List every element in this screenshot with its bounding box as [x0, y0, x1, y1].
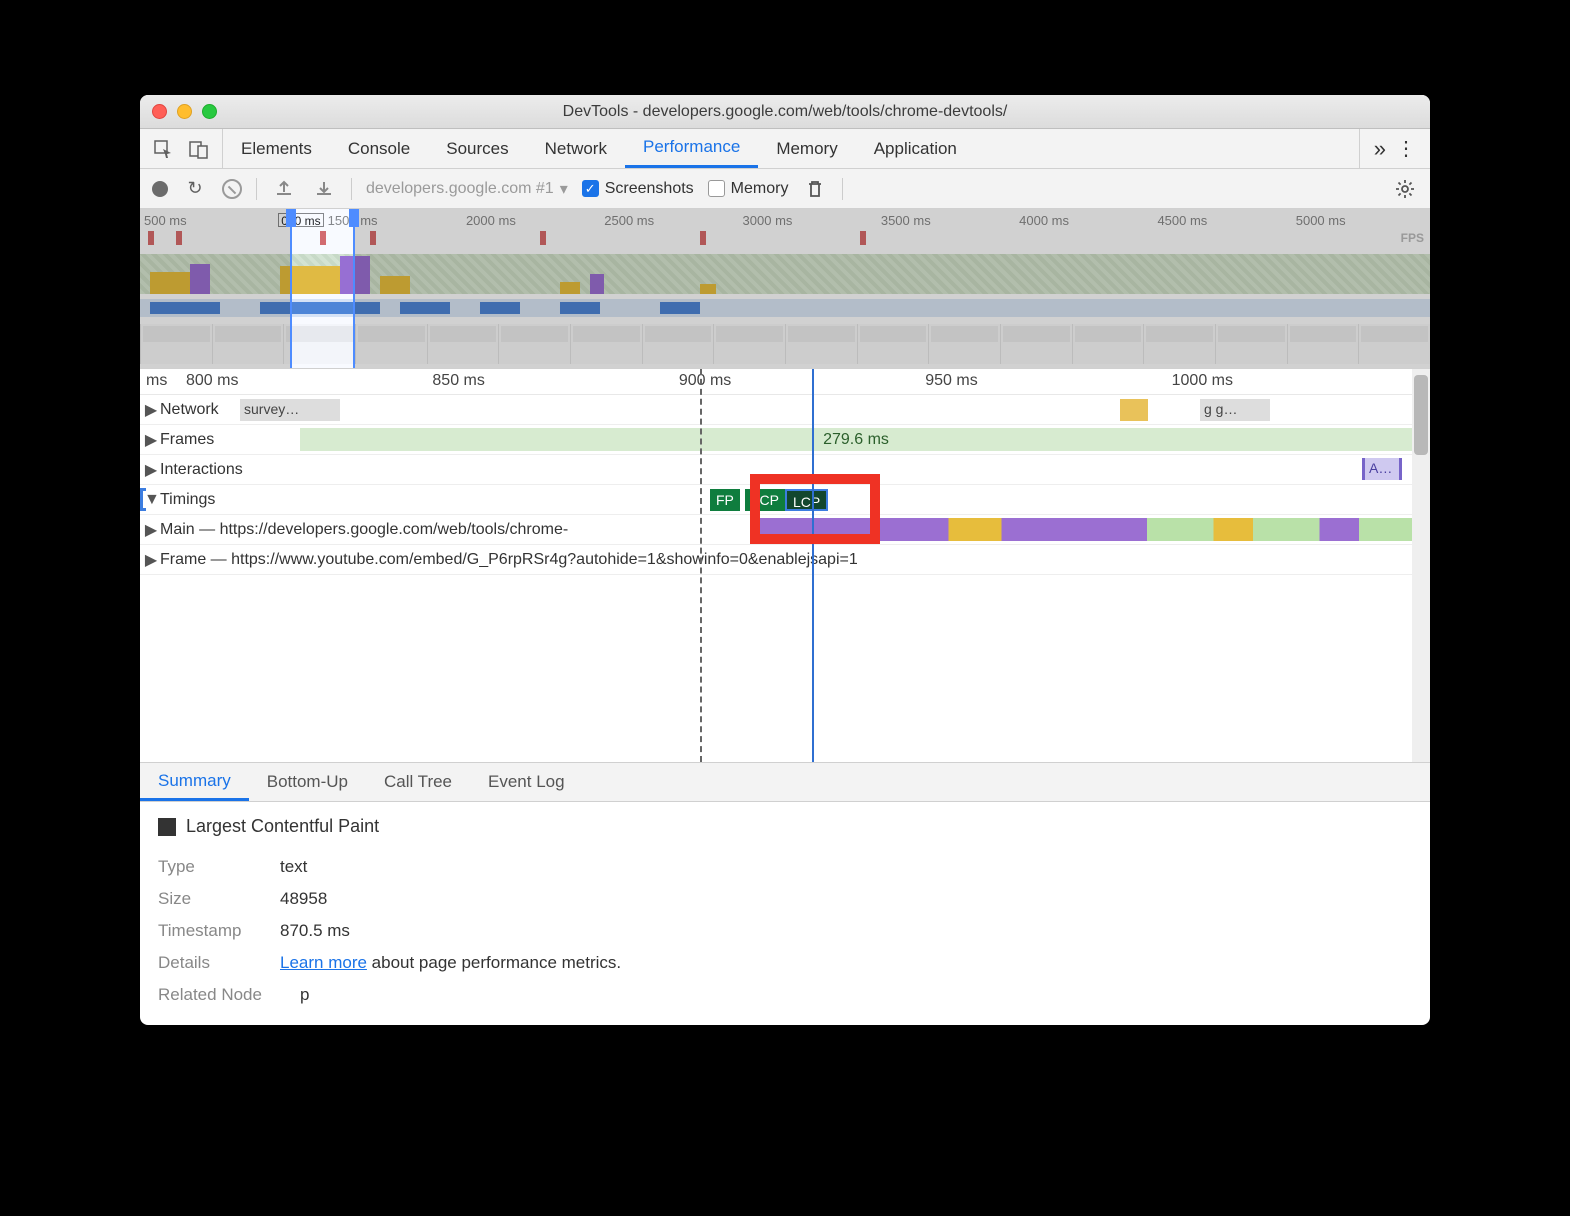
main-tick: 900 ms	[673, 369, 919, 394]
checkbox-checked-icon: ✓	[582, 180, 599, 197]
flamechart-ruler: ms 800 ms 850 ms 900 ms 950 ms 1000 ms	[140, 369, 1412, 395]
chevron-down-icon: ▾	[560, 179, 568, 199]
tab-network[interactable]: Network	[527, 129, 625, 168]
main-tick: 850 ms	[426, 369, 672, 394]
main-tick: 950 ms	[919, 369, 1165, 394]
network-item[interactable]	[1120, 399, 1148, 421]
flamechart-area[interactable]: ms 800 ms 850 ms 900 ms 950 ms 1000 ms ▶…	[140, 369, 1430, 762]
more-tabs-icon[interactable]: »	[1374, 136, 1386, 162]
interaction-item[interactable]: A…	[1362, 458, 1402, 480]
summary-type-key: Type	[158, 857, 268, 877]
network-item[interactable]: g g…	[1200, 399, 1270, 421]
frame-bar[interactable]: 279.6 ms	[300, 428, 1412, 451]
track-frames-label: Frames	[160, 431, 214, 449]
gear-icon[interactable]	[1392, 176, 1418, 202]
vertical-scrollbar[interactable]	[1412, 369, 1430, 762]
main-tick: 1000 ms	[1166, 369, 1412, 394]
clear-button[interactable]	[222, 179, 242, 199]
summary-panel: Largest Contentful Paint Type text Size 48…	[140, 802, 1430, 1025]
hover-marker	[700, 369, 702, 762]
memory-checkbox[interactable]: Memory	[708, 180, 789, 198]
overview-timeline[interactable]: 500 ms 000 ms 1500 ms 2000 ms 2500 ms 30…	[140, 209, 1430, 369]
tab-sources[interactable]: Sources	[428, 129, 526, 168]
record-button[interactable]	[152, 181, 168, 197]
screenshots-checkbox[interactable]: ✓ Screenshots	[582, 180, 694, 198]
summary-details-key: Details	[158, 953, 268, 973]
track-network-label: Network	[160, 401, 219, 419]
disclosure-triangle-icon[interactable]: ▶	[144, 460, 158, 480]
summary-timestamp-val: 870.5 ms	[280, 921, 350, 941]
settings-kebab-icon[interactable]: ⋮	[1396, 136, 1416, 161]
main-tick: 800 ms	[180, 369, 426, 394]
timings-bracket	[140, 488, 146, 511]
track-interactions-label: Interactions	[160, 461, 243, 479]
inspect-element-icon[interactable]	[150, 136, 176, 162]
memory-label: Memory	[731, 180, 789, 198]
dtab-call-tree[interactable]: Call Tree	[366, 763, 470, 801]
track-frames[interactable]: ▶ Frames 279.6 ms	[140, 425, 1412, 455]
dtab-event-log[interactable]: Event Log	[470, 763, 583, 801]
disclosure-triangle-icon[interactable]: ▶	[144, 550, 158, 570]
tab-memory[interactable]: Memory	[758, 129, 855, 168]
dtab-bottom-up[interactable]: Bottom-Up	[249, 763, 366, 801]
device-toggle-icon[interactable]	[186, 136, 212, 162]
detail-tabs: Summary Bottom-Up Call Tree Event Log	[140, 762, 1430, 802]
recording-selector-label: developers.google.com #1	[366, 180, 554, 198]
save-profile-icon[interactable]	[311, 176, 337, 202]
track-frame-iframe[interactable]: ▶ Frame — https://www.youtube.com/embed/…	[140, 545, 1412, 575]
playhead[interactable]	[812, 369, 814, 762]
learn-more-link[interactable]: Learn more	[280, 953, 367, 972]
annotation-highlight-box	[750, 474, 880, 544]
disclosure-triangle-icon[interactable]: ▶	[144, 520, 158, 540]
tab-performance[interactable]: Performance	[625, 129, 758, 168]
summary-timestamp-key: Timestamp	[158, 921, 268, 941]
load-profile-icon[interactable]	[271, 176, 297, 202]
tab-console[interactable]: Console	[330, 129, 428, 168]
summary-related-val: p	[300, 985, 309, 1005]
track-network[interactable]: ▶ Network survey… g g…	[140, 395, 1412, 425]
track-frame-iframe-label: Frame — https://www.youtube.com/embed/G_…	[160, 551, 864, 569]
checkbox-unchecked-icon	[708, 180, 725, 197]
overview-selection[interactable]	[290, 209, 355, 368]
track-main-label: Main — https://developers.google.com/web…	[160, 521, 574, 539]
summary-size-key: Size	[158, 889, 268, 909]
recording-selector[interactable]: developers.google.com #1 ▾	[366, 179, 568, 199]
timing-fp-badge[interactable]: FP	[710, 489, 740, 511]
tab-elements[interactable]: Elements	[223, 129, 330, 168]
selection-handle-right[interactable]	[349, 209, 359, 227]
summary-type-val: text	[280, 857, 307, 877]
event-color-swatch	[158, 818, 176, 836]
disclosure-triangle-icon[interactable]: ▶	[144, 430, 158, 450]
perf-toolbar: ↻ developers.google.com #1 ▾ ✓ Screensho…	[140, 169, 1430, 209]
selection-handle-left[interactable]	[286, 209, 296, 227]
titlebar: DevTools - developers.google.com/web/too…	[140, 95, 1430, 129]
summary-details-rest: about page performance metrics.	[367, 953, 621, 972]
screenshots-label: Screenshots	[605, 180, 694, 198]
network-item[interactable]: survey…	[240, 399, 340, 421]
summary-title: Largest Contentful Paint	[186, 816, 379, 837]
panel-tabs: Elements Console Sources Network Perform…	[140, 129, 1430, 169]
devtools-window: DevTools - developers.google.com/web/too…	[140, 95, 1430, 1025]
tab-application[interactable]: Application	[856, 129, 975, 168]
scrollbar-thumb[interactable]	[1414, 375, 1428, 455]
track-timings-label: Timings	[160, 491, 215, 509]
summary-size-val: 48958	[280, 889, 327, 909]
summary-related-key: Related Node	[158, 985, 288, 1005]
main-tick: ms	[140, 369, 180, 394]
disclosure-triangle-down-icon[interactable]: ▼	[144, 491, 158, 509]
dtab-summary[interactable]: Summary	[140, 763, 249, 801]
reload-button[interactable]: ↻	[182, 176, 208, 202]
disclosure-triangle-icon[interactable]: ▶	[144, 400, 158, 420]
window-title: DevTools - developers.google.com/web/too…	[140, 103, 1430, 121]
trash-icon[interactable]	[802, 176, 828, 202]
